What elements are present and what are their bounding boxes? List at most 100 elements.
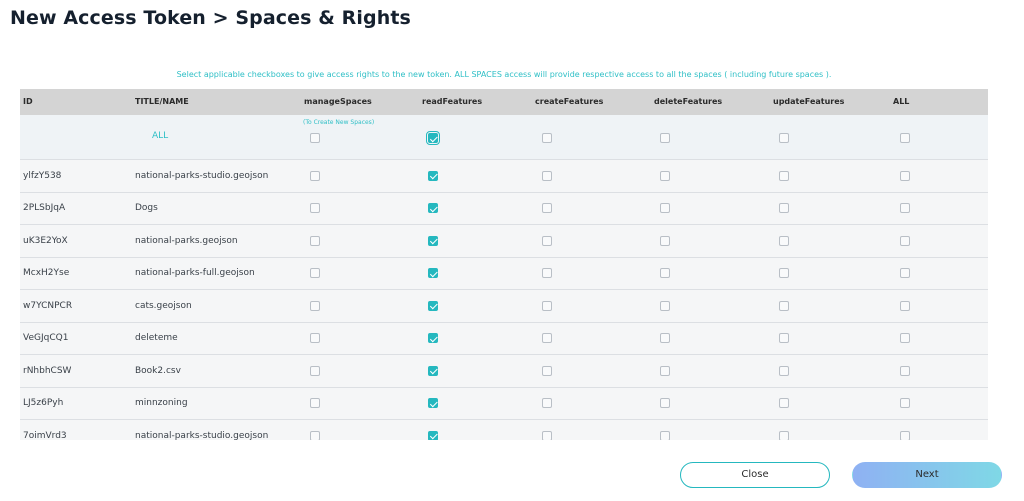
checkbox-update-features[interactable] <box>779 133 789 143</box>
checkbox-delete-features[interactable] <box>660 398 670 409</box>
checkbox-manage-spaces[interactable] <box>310 300 320 311</box>
checkbox-create-features[interactable] <box>542 203 552 214</box>
table-row: uK3E2YoX national-parks.geojson <box>20 225 988 258</box>
all-spaces-row: ALL (To Create New Spaces) <box>20 115 988 160</box>
next-button[interactable]: Next <box>852 462 1002 488</box>
checkbox-update-features[interactable] <box>779 268 789 279</box>
checkbox-read-features[interactable] <box>428 333 438 344</box>
checkbox-all[interactable] <box>900 268 910 279</box>
checkbox-delete-features[interactable] <box>660 300 670 311</box>
checkbox-read-features[interactable] <box>428 203 438 214</box>
header-manage-spaces: manageSpaces <box>304 97 372 106</box>
checkbox-update-features[interactable] <box>779 203 789 214</box>
page-title: New Access Token > Spaces & Rights <box>10 7 411 29</box>
space-title: deleteme <box>135 333 178 344</box>
table-row: McxH2Yse national-parks-full.geojson <box>20 257 988 290</box>
checkbox-create-features[interactable] <box>542 398 552 409</box>
checkbox-delete-features[interactable] <box>660 333 670 344</box>
all-spaces-label: ALL <box>152 131 169 141</box>
instructions-text: Select applicable checkboxes to give acc… <box>176 70 832 79</box>
space-id: rNhbhCSW <box>23 365 72 376</box>
checkbox-update-features[interactable] <box>779 300 789 311</box>
space-title: national-parks-studio.geojson <box>135 430 269 440</box>
space-id: ylfzY538 <box>23 170 62 181</box>
space-id: w7YCNPCR <box>23 300 73 311</box>
checkbox-read-features[interactable] <box>428 300 438 311</box>
space-title: cats.geojson <box>135 300 192 311</box>
checkbox-create-features[interactable] <box>542 133 552 143</box>
checkbox-manage-spaces[interactable] <box>310 365 320 376</box>
checkbox-create-features[interactable] <box>542 170 552 181</box>
close-button[interactable]: Close <box>680 462 830 488</box>
checkbox-create-features[interactable] <box>542 268 552 279</box>
space-id: uK3E2YoX <box>23 235 68 246</box>
checkbox-manage-spaces[interactable] <box>310 203 320 214</box>
checkbox-read-features[interactable] <box>426 131 440 145</box>
checkbox-delete-features[interactable] <box>660 430 670 440</box>
checkbox-delete-features[interactable] <box>660 235 670 246</box>
space-id: LJ5z6Pyh <box>23 398 64 409</box>
space-title: national-parks.geojson <box>135 235 238 246</box>
checkbox-update-features[interactable] <box>779 235 789 246</box>
table-row: rNhbhCSW Book2.csv <box>20 355 988 388</box>
checkbox-all[interactable] <box>900 398 910 409</box>
header-title-name: TITLE/NAME <box>135 97 189 106</box>
checkbox-delete-features[interactable] <box>660 268 670 279</box>
checkbox-all[interactable] <box>900 365 910 376</box>
checkbox-update-features[interactable] <box>779 333 789 344</box>
checkbox-read-features[interactable] <box>428 235 438 246</box>
checkbox-manage-spaces[interactable] <box>310 268 320 279</box>
checkbox-all[interactable] <box>900 235 910 246</box>
space-title: Dogs <box>135 203 158 214</box>
space-title: national-parks-full.geojson <box>135 268 255 279</box>
checkbox-create-features[interactable] <box>542 300 552 311</box>
checkbox-create-features[interactable] <box>542 235 552 246</box>
checkbox-create-features[interactable] <box>542 365 552 376</box>
checkbox-all[interactable] <box>900 333 910 344</box>
table-row: VeGJqCQ1 deleteme <box>20 322 988 355</box>
spaces-rights-table[interactable]: ID TITLE/NAME manageSpaces readFeatures … <box>20 89 988 440</box>
table-row: w7YCNPCR cats.geojson <box>20 290 988 323</box>
table-header: ID TITLE/NAME manageSpaces readFeatures … <box>20 89 988 115</box>
checkbox-read-features[interactable] <box>428 170 438 181</box>
checkbox-create-features[interactable] <box>542 333 552 344</box>
checkbox-update-features[interactable] <box>779 398 789 409</box>
checkbox-create-features[interactable] <box>542 430 552 440</box>
table-row: ylfzY538 national-parks-studio.geojson <box>20 160 988 193</box>
table-row: 7oimVrd3 national-parks-studio.geojson <box>20 420 988 440</box>
header-read-features: readFeatures <box>422 97 483 106</box>
checkbox-all[interactable] <box>900 170 910 181</box>
checkbox-all[interactable] <box>900 203 910 214</box>
space-title: minnzoning <box>135 398 188 409</box>
checkbox-manage-spaces[interactable] <box>310 430 320 440</box>
checkbox-update-features[interactable] <box>779 170 789 181</box>
checkbox-manage-spaces[interactable] <box>310 333 320 344</box>
checkbox-read-features[interactable] <box>428 268 438 279</box>
header-all: ALL <box>893 97 910 106</box>
checkbox-delete-features[interactable] <box>660 170 670 181</box>
checkbox-all[interactable] <box>900 133 910 143</box>
space-title: national-parks-studio.geojson <box>135 170 269 181</box>
manage-spaces-note: (To Create New Spaces) <box>303 119 375 126</box>
checkbox-delete-features[interactable] <box>660 133 670 143</box>
checkbox-update-features[interactable] <box>779 365 789 376</box>
checkbox-read-features[interactable] <box>428 398 438 409</box>
checkbox-read-features[interactable] <box>428 365 438 376</box>
header-delete-features: deleteFeatures <box>654 97 723 106</box>
table-row: LJ5z6Pyh minnzoning <box>20 387 988 420</box>
checkbox-delete-features[interactable] <box>660 365 670 376</box>
checkbox-all[interactable] <box>900 300 910 311</box>
header-create-features: createFeatures <box>535 97 604 106</box>
space-title: Book2.csv <box>135 365 181 376</box>
checkbox-update-features[interactable] <box>779 430 789 440</box>
checkbox-all[interactable] <box>900 430 910 440</box>
checkbox-manage-spaces[interactable] <box>310 170 320 181</box>
space-id: McxH2Yse <box>23 268 70 279</box>
checkbox-delete-features[interactable] <box>660 203 670 214</box>
checkbox-read-features[interactable] <box>428 430 438 440</box>
checkbox-manage-spaces[interactable] <box>310 235 320 246</box>
space-id: 2PLSbJqA <box>23 203 66 214</box>
space-id: 7oimVrd3 <box>23 430 67 440</box>
checkbox-manage-spaces[interactable] <box>310 133 320 143</box>
checkbox-manage-spaces[interactable] <box>310 398 320 409</box>
